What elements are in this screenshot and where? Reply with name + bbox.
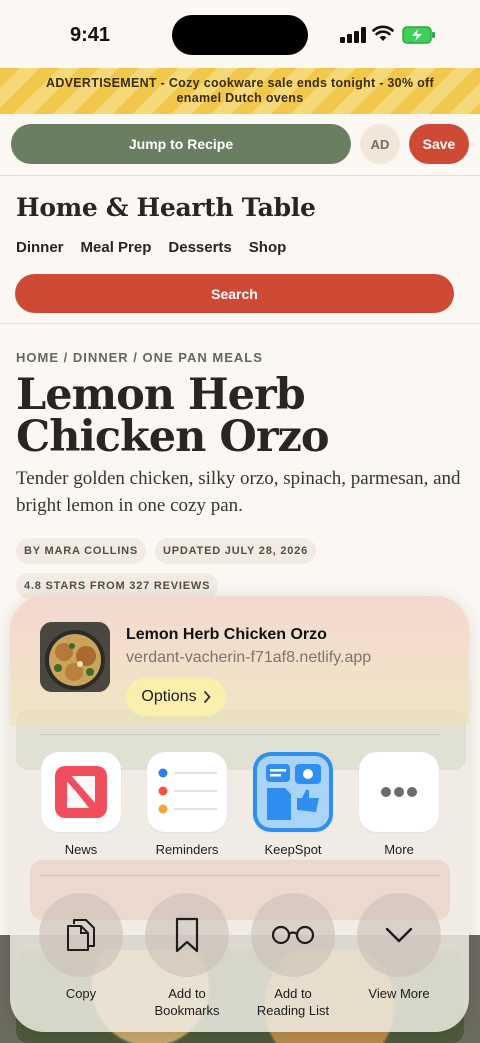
nav-item-shop[interactable]: Shop [249, 239, 287, 256]
reminders-icon [147, 752, 227, 832]
reading-list-button[interactable] [251, 893, 335, 977]
divider [0, 323, 480, 324]
add-to-bookmarks-action[interactable]: Add to Bookmarks [145, 893, 229, 1019]
chevron-down-icon [385, 927, 413, 943]
nav-item-dinner[interactable]: Dinner [16, 239, 64, 256]
site-title[interactable]: Home & Hearth Table [16, 193, 316, 222]
add-to-reading-list-action[interactable]: Add to Reading List [251, 893, 335, 1019]
options-button[interactable]: Options [126, 678, 226, 716]
share-app-label: Reminders [155, 842, 219, 857]
share-app-keepspot[interactable]: KeepSpot [253, 752, 333, 857]
keepspot-icon [253, 752, 333, 832]
status-bar: 9:41 [0, 0, 480, 68]
wifi-icon [372, 25, 394, 41]
share-app-news[interactable]: News [41, 752, 121, 857]
options-label: Options [141, 688, 197, 705]
glasses-icon [271, 925, 315, 945]
copy-icon [67, 919, 95, 951]
author-badge: BY MARA COLLINS [16, 538, 147, 564]
bookmark-button[interactable] [145, 893, 229, 977]
news-icon [41, 752, 121, 832]
nav-item-meal-prep[interactable]: Meal Prep [81, 239, 152, 256]
search-button[interactable]: Search [15, 274, 454, 313]
view-more-button[interactable] [357, 893, 441, 977]
recipe-photo-icon [40, 622, 110, 692]
chevron-right-icon [203, 691, 211, 703]
battery-charging-icon [402, 26, 435, 44]
action-label: Copy [65, 986, 97, 1001]
share-divider [40, 734, 440, 735]
recipe-title: Lemon Herb Chicken Orzo [16, 370, 330, 462]
breadcrumb[interactable]: HOME / DINNER / ONE PAN MEALS [16, 350, 263, 365]
action-label: Add to Bookmarks [154, 986, 220, 1018]
action-label: View More [368, 986, 430, 1001]
jump-to-recipe-button[interactable]: Jump to Recipe [11, 124, 351, 164]
share-title: Lemon Herb Chicken Orzo [126, 626, 327, 643]
copy-button[interactable] [39, 893, 123, 977]
save-button[interactable]: Save [409, 124, 469, 164]
share-app-label: More [384, 842, 414, 857]
more-icon [359, 752, 439, 832]
sticky-recipe-bar: Jump to Recipe AD Save [0, 114, 480, 176]
bookmark-icon [175, 917, 199, 953]
share-divider [40, 875, 440, 876]
share-app-reminders[interactable]: Reminders [147, 752, 227, 857]
share-app-label: KeepSpot [264, 842, 322, 857]
cellular-signal-icon [340, 27, 366, 43]
status-time: 9:41 [70, 24, 111, 46]
dynamic-island [172, 15, 308, 55]
recipe-description: Tender golden chicken, silky orzo, spina… [16, 468, 461, 516]
view-more-action[interactable]: View More [357, 893, 441, 1002]
ad-banner[interactable]: ADVERTISEMENT - Cozy cookware sale ends … [0, 68, 480, 114]
recipe-thumbnail [40, 622, 110, 692]
share-app-more[interactable]: More [359, 752, 439, 857]
ad-badge[interactable]: AD [360, 124, 400, 164]
main-nav: Dinner Meal Prep Desserts Shop [16, 239, 286, 256]
action-label: Add to Reading List [256, 986, 330, 1018]
copy-action[interactable]: Copy [39, 893, 123, 1002]
share-app-label: News [64, 842, 98, 857]
nav-item-desserts[interactable]: Desserts [168, 239, 231, 256]
updated-badge: UPDATED JULY 28, 2026 [155, 538, 316, 564]
share-url: verdant-vacherin-f71af8.netlify.app [126, 649, 372, 666]
share-sheet: Lemon Herb Chicken Orzo verdant-vacherin… [10, 596, 469, 1032]
